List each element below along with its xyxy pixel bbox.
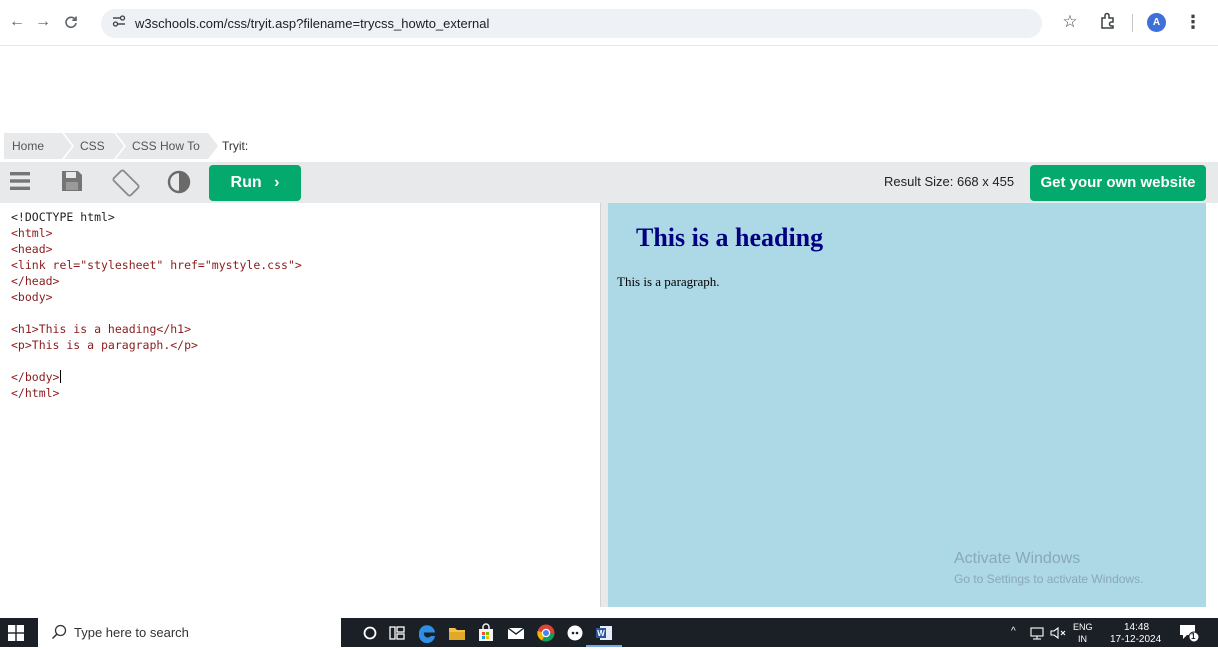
bottom-strip — [0, 607, 1218, 618]
site-info-icon[interactable] — [111, 15, 127, 31]
code-text: <head> — [11, 242, 53, 256]
code-line: <h1>This is a heading</h1> — [11, 321, 191, 337]
windows-taskbar: Type here to search W ^ ENG IN 14:48 17-… — [0, 618, 1218, 647]
toolbar-separator — [1132, 14, 1133, 32]
breadcrumb-home[interactable]: Home — [4, 133, 72, 159]
text-cursor — [60, 370, 62, 383]
taskbar-search[interactable]: Type here to search — [38, 618, 341, 647]
task-view-icon[interactable] — [386, 622, 408, 644]
store-icon[interactable] — [475, 622, 497, 644]
code-line: <link rel="stylesheet" href="mystyle.css… — [11, 257, 302, 273]
result-pane: This is a heading This is a paragraph. A… — [608, 203, 1206, 607]
code-line: </html> — [11, 385, 59, 401]
reload-icon[interactable] — [60, 11, 82, 33]
run-button[interactable]: Run › — [209, 165, 301, 201]
get-own-website-button[interactable]: Get your own website — [1030, 165, 1206, 201]
app-icon[interactable] — [564, 622, 586, 644]
url-text[interactable]: w3schools.com/css/tryit.asp?filename=try… — [135, 16, 489, 31]
code-line: <!DOCTYPE html> — [11, 209, 115, 225]
chevron-up-icon[interactable]: ^ — [1011, 626, 1023, 640]
clock-time[interactable]: 14:48 — [1124, 622, 1149, 633]
more-menu-icon[interactable]: ⋮ — [1184, 11, 1202, 33]
code-line: <p>This is a paragraph.</p> — [11, 337, 198, 353]
result-paragraph: This is a paragraph. — [617, 274, 720, 289]
notification-center-icon[interactable]: 1 — [1178, 623, 1200, 643]
clock-date: 17-12-2024 — [1110, 634, 1162, 645]
pane-resize-handle[interactable] — [601, 203, 608, 607]
code-text: <!DOCTYPE html> — [11, 210, 115, 224]
windows-start-icon[interactable] — [8, 625, 24, 641]
code-line: </head> — [11, 273, 59, 289]
word-icon[interactable]: W — [593, 622, 615, 644]
code-line: <body> — [11, 289, 53, 305]
code-text: <h1>This is a heading</h1> — [11, 322, 192, 336]
code-text: <link rel="stylesheet" href="mystyle.css… — [11, 258, 302, 272]
search-placeholder: Type here to search — [74, 625, 189, 640]
search-icon — [51, 624, 67, 640]
tryit-toolbar: Run › Result Size: 668 x 455 Get your ow… — [0, 162, 1218, 203]
rotate-layout-icon[interactable] — [112, 168, 142, 198]
code-editor[interactable]: <!DOCTYPE html> <html> <head> <link rel=… — [0, 203, 601, 607]
profile-avatar[interactable]: A — [1147, 13, 1166, 32]
extensions-icon[interactable] — [1098, 11, 1120, 33]
breadcrumb-css-how-to[interactable]: CSS How To — [116, 133, 218, 159]
region-indicator: IN — [1078, 634, 1087, 644]
code-line: <html> — [11, 225, 53, 241]
network-icon[interactable] — [1029, 625, 1045, 641]
code-text: <html> — [11, 226, 53, 240]
address-bar[interactable]: w3schools.com/css/tryit.asp?filename=try… — [101, 9, 1042, 38]
svg-text:W: W — [597, 629, 605, 638]
notification-badge: 1 — [1191, 632, 1196, 641]
result-size-text: Result Size: 668 x 455 — [884, 174, 1015, 189]
theme-toggle-icon[interactable] — [166, 168, 196, 198]
file-explorer-icon[interactable] — [446, 622, 468, 644]
save-icon[interactable] — [60, 168, 90, 198]
code-text: </body> — [11, 370, 60, 384]
code-text: <p>This is a paragraph.</p> — [11, 338, 198, 352]
chevron-right-icon: › — [274, 174, 280, 191]
language-indicator[interactable]: ENG — [1073, 622, 1093, 632]
cortana-icon[interactable] — [359, 622, 381, 644]
volume-muted-icon[interactable] — [1049, 625, 1067, 641]
chrome-icon[interactable] — [535, 622, 557, 644]
code-text: </html> — [11, 386, 60, 400]
result-heading: This is a heading — [636, 223, 824, 252]
activate-windows-subtitle: Go to Settings to activate Windows. — [954, 572, 1144, 586]
browser-toolbar: ← → w3schools.com/css/tryit.asp?filename… — [0, 0, 1218, 46]
breadcrumb-current: Tryit: Using an external style sheet — [222, 139, 265, 283]
activate-windows-title: Activate Windows — [954, 550, 1081, 567]
edge-browser-icon[interactable] — [416, 622, 438, 644]
run-button-label: Run — [230, 174, 262, 191]
code-text: <body> — [11, 290, 53, 304]
code-line: </body> — [11, 369, 62, 385]
code-text: </head> — [11, 274, 60, 288]
back-arrow-icon[interactable]: ← — [6, 11, 28, 33]
bookmark-star-icon[interactable]: ☆ — [1059, 11, 1081, 33]
mail-icon[interactable] — [505, 622, 527, 644]
forward-arrow-icon[interactable]: → — [32, 11, 54, 33]
code-line: <head> — [11, 241, 53, 257]
menu-hamburger-icon[interactable] — [8, 168, 38, 198]
